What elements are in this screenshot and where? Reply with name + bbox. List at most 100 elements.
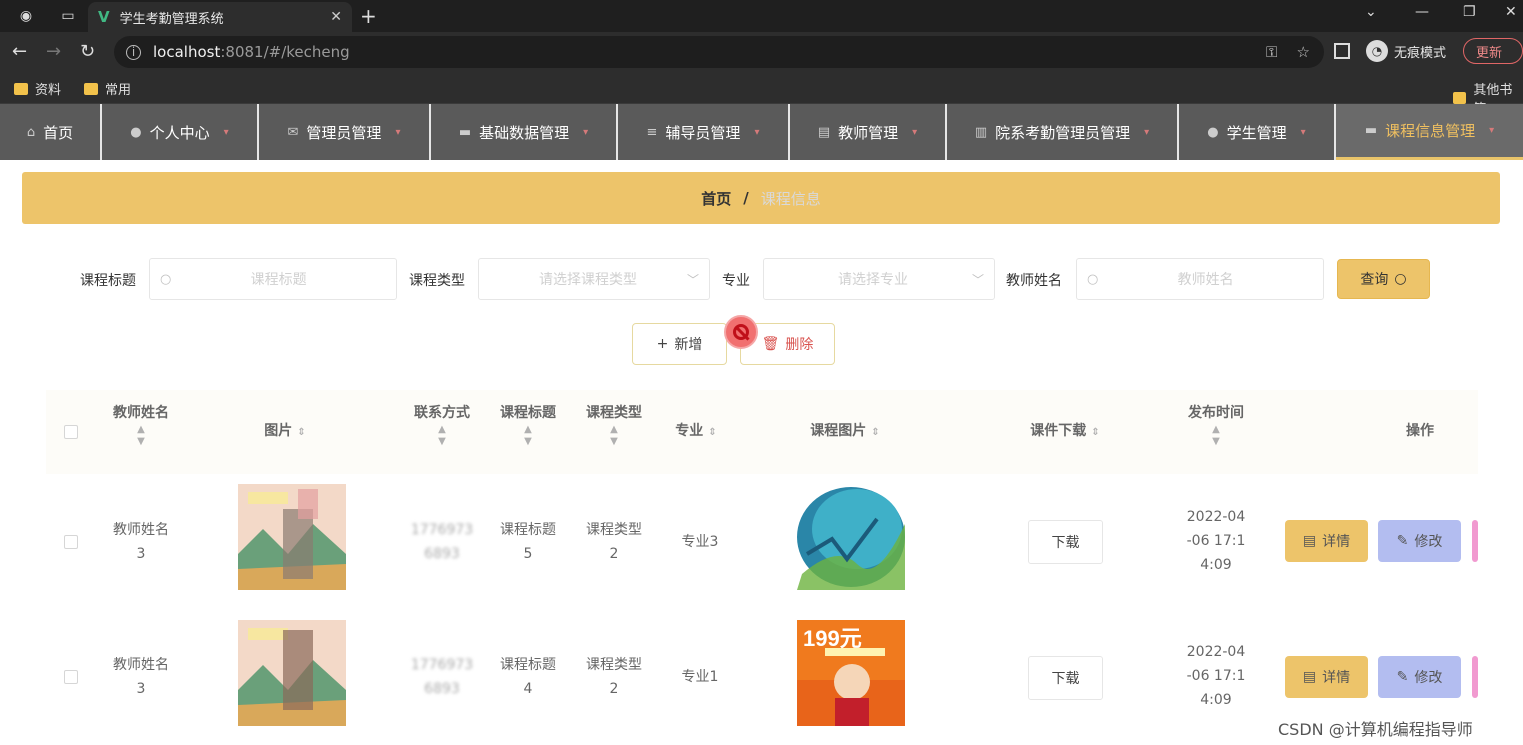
column-label: 课程类型 bbox=[586, 405, 642, 421]
nav-item-department-attendance[interactable]: ▥ 院系考勤管理员管理 ▾ bbox=[947, 104, 1179, 160]
course-image[interactable] bbox=[797, 484, 905, 590]
nav-item-counselor[interactable]: ≡ 辅导员管理 ▾ bbox=[618, 104, 790, 160]
bookmarks-bar: 资料 常用 其他书签 bbox=[0, 72, 1523, 117]
nav-label: 基础数据管理 bbox=[479, 123, 570, 142]
document-icon: ▤ bbox=[1302, 669, 1317, 685]
nav-item-course[interactable]: ▬ 课程信息管理 ▾ bbox=[1336, 104, 1523, 160]
reload-icon[interactable]: ↻ bbox=[80, 41, 95, 62]
course-type-select[interactable]: 请选择课程类型 ﹀ bbox=[478, 258, 710, 300]
sort-icon: ▲ ▼ bbox=[137, 424, 145, 447]
nav-item-basic-data[interactable]: ▬ 基础数据管理 ▾ bbox=[431, 104, 618, 160]
download-label: 下载 bbox=[1051, 671, 1080, 687]
update-button[interactable]: 更新 bbox=[1463, 38, 1523, 64]
cell-text: 3 bbox=[136, 546, 146, 562]
column-header-courseware[interactable]: 课件下载 ⇕ bbox=[1010, 420, 1120, 444]
select-all-checkbox[interactable] bbox=[64, 425, 78, 439]
omnibox-tools: ⚿ ☆ bbox=[1266, 43, 1310, 61]
key-icon[interactable]: ⚿ bbox=[1266, 43, 1277, 61]
tab-list-icon[interactable]: ▭ bbox=[58, 6, 78, 26]
detail-button[interactable]: ▤ 详情 bbox=[1285, 520, 1368, 562]
restore-icon[interactable]: ❐ bbox=[1463, 4, 1476, 20]
chevron-down-icon: ▾ bbox=[583, 126, 589, 138]
major-select[interactable]: 请选择专业 ﹀ bbox=[763, 258, 995, 300]
column-header-course-image[interactable]: 课程图片 ⇕ bbox=[790, 420, 900, 444]
cell-text: 2022-04 bbox=[1186, 644, 1246, 660]
folder-icon: ▬ bbox=[1364, 123, 1378, 138]
cell-text: 课程类型 bbox=[586, 657, 642, 673]
placeholder: 请选择专业 bbox=[837, 272, 908, 288]
teacher-name-input[interactable]: ○ 教师姓名 bbox=[1076, 258, 1324, 300]
cell-major: 专业3 bbox=[681, 534, 719, 550]
pencil-icon: ✎ bbox=[1396, 669, 1409, 685]
star-icon[interactable]: ☆ bbox=[1297, 43, 1310, 61]
column-header-course-type[interactable]: 课程类型 ▲ ▼ bbox=[578, 402, 650, 448]
bookmark-folder[interactable]: 资料 bbox=[14, 79, 61, 98]
nav-item-personal[interactable]: ● 个人中心 ▾ bbox=[102, 104, 259, 160]
query-button[interactable]: 查询 ○ bbox=[1337, 259, 1430, 299]
nav-item-teacher[interactable]: ▤ 教师管理 ▾ bbox=[790, 104, 947, 160]
cell-course-type: 课程类型 2 bbox=[578, 653, 650, 701]
placeholder: 教师姓名 bbox=[1177, 272, 1234, 288]
edit-button[interactable]: ✎ 修改 bbox=[1378, 520, 1461, 562]
nav-item-admin[interactable]: ✉ 管理员管理 ▾ bbox=[259, 104, 431, 160]
breadcrumb-home[interactable]: 首页 bbox=[701, 188, 731, 209]
column-header-phone[interactable]: 联系方式 ▲ ▼ bbox=[404, 402, 480, 448]
teacher-photo[interactable] bbox=[238, 484, 346, 590]
column-header-major[interactable]: 专业 ⇕ bbox=[660, 420, 732, 444]
chevron-down-icon[interactable]: ⌄ bbox=[1365, 4, 1377, 20]
course-image[interactable]: 199元 bbox=[797, 620, 905, 726]
main-navigation: ⌂ 首页 ● 个人中心 ▾ ✉ 管理员管理 ▾ ▬ 基础数据管理 ▾ ≡ 辅导员… bbox=[0, 104, 1523, 160]
row-checkbox[interactable] bbox=[64, 535, 78, 549]
folder-icon bbox=[84, 82, 98, 95]
browser-tab[interactable]: V 学生考勤管理系统 ✕ bbox=[88, 2, 352, 32]
info-icon[interactable]: i bbox=[126, 44, 141, 60]
nav-item-home[interactable]: ⌂ 首页 bbox=[0, 104, 102, 160]
column-header-teacher-name[interactable]: 教师姓名 ▲ ▼ bbox=[100, 402, 182, 448]
row-checkbox[interactable] bbox=[64, 670, 78, 684]
forward-icon[interactable]: → bbox=[46, 41, 61, 62]
column-header-image[interactable]: 图片 ⇕ bbox=[240, 420, 330, 444]
course-title-input[interactable]: ○ 课程标题 bbox=[149, 258, 397, 300]
nav-item-student[interactable]: ● 学生管理 ▾ bbox=[1179, 104, 1336, 160]
nav-label: 课程信息管理 bbox=[1385, 122, 1476, 140]
minimize-icon[interactable]: — bbox=[1415, 4, 1429, 20]
add-button[interactable]: + 新增 bbox=[632, 323, 727, 365]
not-allowed-cursor-icon bbox=[724, 315, 758, 349]
detail-button[interactable]: ▤ 详情 bbox=[1285, 656, 1368, 698]
download-button[interactable]: 下载 bbox=[1028, 520, 1103, 564]
download-button[interactable]: 下载 bbox=[1028, 656, 1103, 700]
nav-label: 教师管理 bbox=[838, 123, 899, 142]
column-header-publish-time[interactable]: 发布时间 ▲ ▼ bbox=[1176, 402, 1256, 448]
new-tab-icon[interactable]: + bbox=[360, 4, 377, 28]
bookmark-folder[interactable]: 常用 bbox=[84, 79, 131, 98]
cell-text: 4 bbox=[523, 681, 533, 697]
cell-phone: 1776973 6893 bbox=[404, 518, 480, 566]
back-icon[interactable]: ← bbox=[12, 41, 27, 62]
side-panel-icon[interactable] bbox=[1334, 43, 1350, 59]
incognito-indicator[interactable]: ◔ 无痕模式 bbox=[1366, 40, 1446, 62]
delete-row-button[interactable] bbox=[1472, 656, 1478, 698]
download-label: 下载 bbox=[1051, 535, 1080, 551]
promo-text: 199元 bbox=[803, 626, 862, 651]
edit-button[interactable]: ✎ 修改 bbox=[1378, 656, 1461, 698]
bookmark-label: 资料 bbox=[35, 83, 62, 98]
tab-title: 学生考勤管理系统 bbox=[119, 11, 224, 27]
pencil-icon: ✎ bbox=[1396, 533, 1409, 549]
search-icon: ○ bbox=[1087, 271, 1099, 287]
home-icon: ⌂ bbox=[26, 124, 36, 140]
major-label: 专业 bbox=[722, 273, 750, 289]
globe-icon[interactable]: ◉ bbox=[16, 6, 36, 26]
close-icon[interactable]: ✕ bbox=[330, 9, 342, 25]
teacher-photo[interactable] bbox=[238, 620, 346, 726]
plus-icon: + bbox=[656, 336, 669, 352]
cell-text: 1776973 bbox=[410, 657, 474, 673]
delete-row-button[interactable] bbox=[1472, 520, 1478, 562]
window-close-icon[interactable]: ✕ bbox=[1505, 4, 1517, 20]
update-label: 更新 bbox=[1476, 45, 1503, 61]
cell-text: 4:09 bbox=[1200, 692, 1232, 708]
column-header-course-title[interactable]: 课程标题 ▲ ▼ bbox=[492, 402, 564, 448]
sort-icon: ⇕ bbox=[708, 427, 717, 438]
url-bar[interactable]: i localhost :8081/#/kecheng ⚿ ☆ bbox=[114, 36, 1324, 68]
cell-text: 教师姓名 bbox=[113, 657, 169, 673]
edit-label: 修改 bbox=[1414, 670, 1443, 686]
